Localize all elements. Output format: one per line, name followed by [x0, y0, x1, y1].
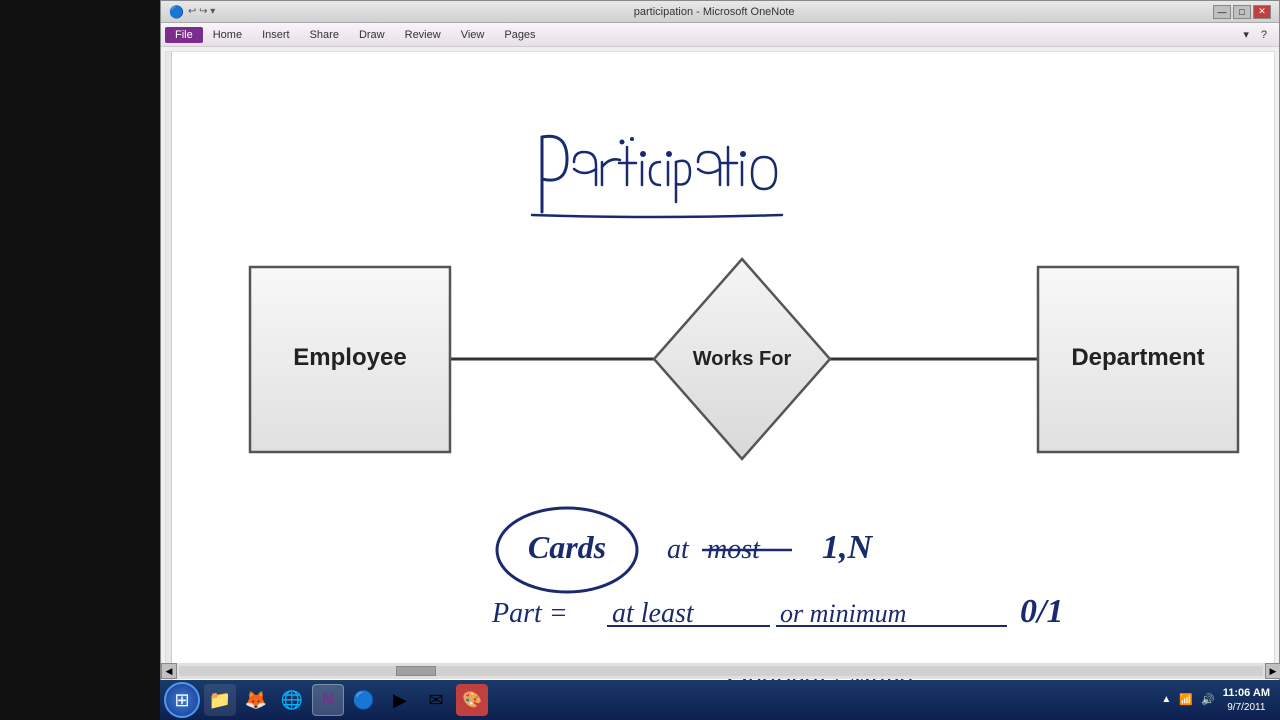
taskbar: ⊞ 📁 🦊 🌐 N 🔵 ▶ ✉ 🎨 ▲ 📶 🔊 11:06 AM 9/7/201… [160, 680, 1280, 720]
minimize-button[interactable]: — [1213, 5, 1231, 19]
page-content: Employee Works For Department Cards at [172, 52, 1274, 710]
taskbar-globe-icon[interactable]: 🌐 [276, 684, 308, 716]
svg-text:at least: at least [612, 598, 695, 629]
svg-text:0/1: 0/1 [1020, 593, 1063, 630]
clock: 11:06 AM 9/7/2011 [1223, 686, 1270, 713]
scroll-thumb[interactable] [396, 666, 436, 676]
scroll-left-arrow[interactable]: ◀ [161, 663, 177, 679]
menu-insert[interactable]: Insert [252, 27, 300, 43]
title-bar: 🔵 ↩ ↪ ▾ participation - Microsoft OneNot… [161, 1, 1279, 23]
menu-draw[interactable]: Draw [349, 27, 395, 43]
svg-text:Cards: Cards [528, 529, 606, 565]
svg-text:Works For: Works For [693, 348, 792, 370]
menu-review[interactable]: Review [395, 27, 451, 43]
taskbar-firefox-icon[interactable]: 🦊 [240, 684, 272, 716]
taskbar-ie-icon[interactable]: 🔵 [348, 684, 380, 716]
svg-text:Part =: Part = [491, 598, 568, 629]
menu-home[interactable]: Home [203, 27, 252, 43]
menu-share[interactable]: Share [300, 27, 349, 43]
close-button[interactable]: ✕ [1253, 5, 1271, 19]
taskbar-onenote-icon[interactable]: N [312, 684, 344, 716]
scroll-right-arrow[interactable]: ▶ [1265, 663, 1280, 679]
start-button[interactable]: ⊞ [164, 682, 200, 718]
help-button[interactable]: ? [1253, 27, 1275, 43]
system-tray: ▲ 📶 🔊 11:06 AM 9/7/2011 [1161, 686, 1276, 713]
scroll-bar-bottom[interactable]: ◀ ▶ [161, 663, 1280, 679]
scroll-track[interactable] [179, 666, 1263, 676]
tray-arrow[interactable]: ▲ [1161, 694, 1171, 705]
diagram-title-container [512, 107, 792, 252]
left-black-bar [0, 0, 160, 720]
onenote-window: 🔵 ↩ ↪ ▾ participation - Microsoft OneNot… [160, 0, 1280, 720]
svg-text:at: at [667, 534, 690, 565]
svg-text:or minimum: or minimum [780, 599, 906, 628]
er-diagram-svg: Employee Works For Department [222, 247, 1262, 477]
window-title: participation - Microsoft OneNote [215, 6, 1213, 18]
participation-title-svg [512, 107, 792, 247]
network-icon: 📶 [1179, 693, 1193, 706]
menu-view[interactable]: View [451, 27, 495, 43]
menu-bar: File Home Insert Share Draw Review View … [161, 23, 1279, 47]
taskbar-media-icon[interactable]: ▶ [384, 684, 416, 716]
clock-date: 9/7/2011 [1223, 701, 1270, 714]
menu-pages[interactable]: Pages [494, 27, 545, 43]
volume-icon: 🔊 [1201, 693, 1215, 706]
window-controls[interactable]: — □ ✕ [1213, 5, 1271, 19]
content-area: Employee Works For Department Cards at [165, 51, 1275, 711]
svg-text:Department: Department [1071, 344, 1204, 371]
svg-text:1,N: 1,N [822, 529, 874, 566]
menu-file[interactable]: File [165, 27, 203, 43]
taskbar-paint-icon[interactable]: 🎨 [456, 684, 488, 716]
taskbar-mail-icon[interactable]: ✉ [420, 684, 452, 716]
clock-time: 11:06 AM [1223, 686, 1270, 700]
svg-text:Employee: Employee [293, 344, 406, 371]
maximize-button[interactable]: □ [1233, 5, 1251, 19]
taskbar-explorer-icon[interactable]: 📁 [204, 684, 236, 716]
